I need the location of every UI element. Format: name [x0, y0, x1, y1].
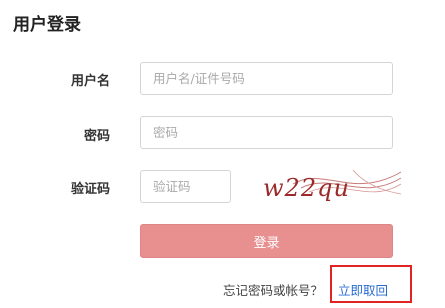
login-button[interactable]: 登录 [140, 224, 393, 258]
username-label: 用户名 [70, 74, 110, 89]
password-input[interactable] [140, 116, 393, 149]
captcha-image[interactable]: w22qu [253, 160, 403, 208]
password-label: 密码 [83, 129, 110, 144]
captcha-input[interactable] [140, 170, 231, 203]
captcha-label: 验证码 [70, 182, 110, 197]
page-title: 用户登录 [13, 15, 81, 35]
username-input[interactable] [140, 62, 393, 95]
retrieve-now-link[interactable]: 立即取回 [338, 280, 388, 299]
forgot-account-text: 忘记密码或帐号？ [223, 283, 324, 298]
captcha-text: w22qu [263, 174, 350, 202]
